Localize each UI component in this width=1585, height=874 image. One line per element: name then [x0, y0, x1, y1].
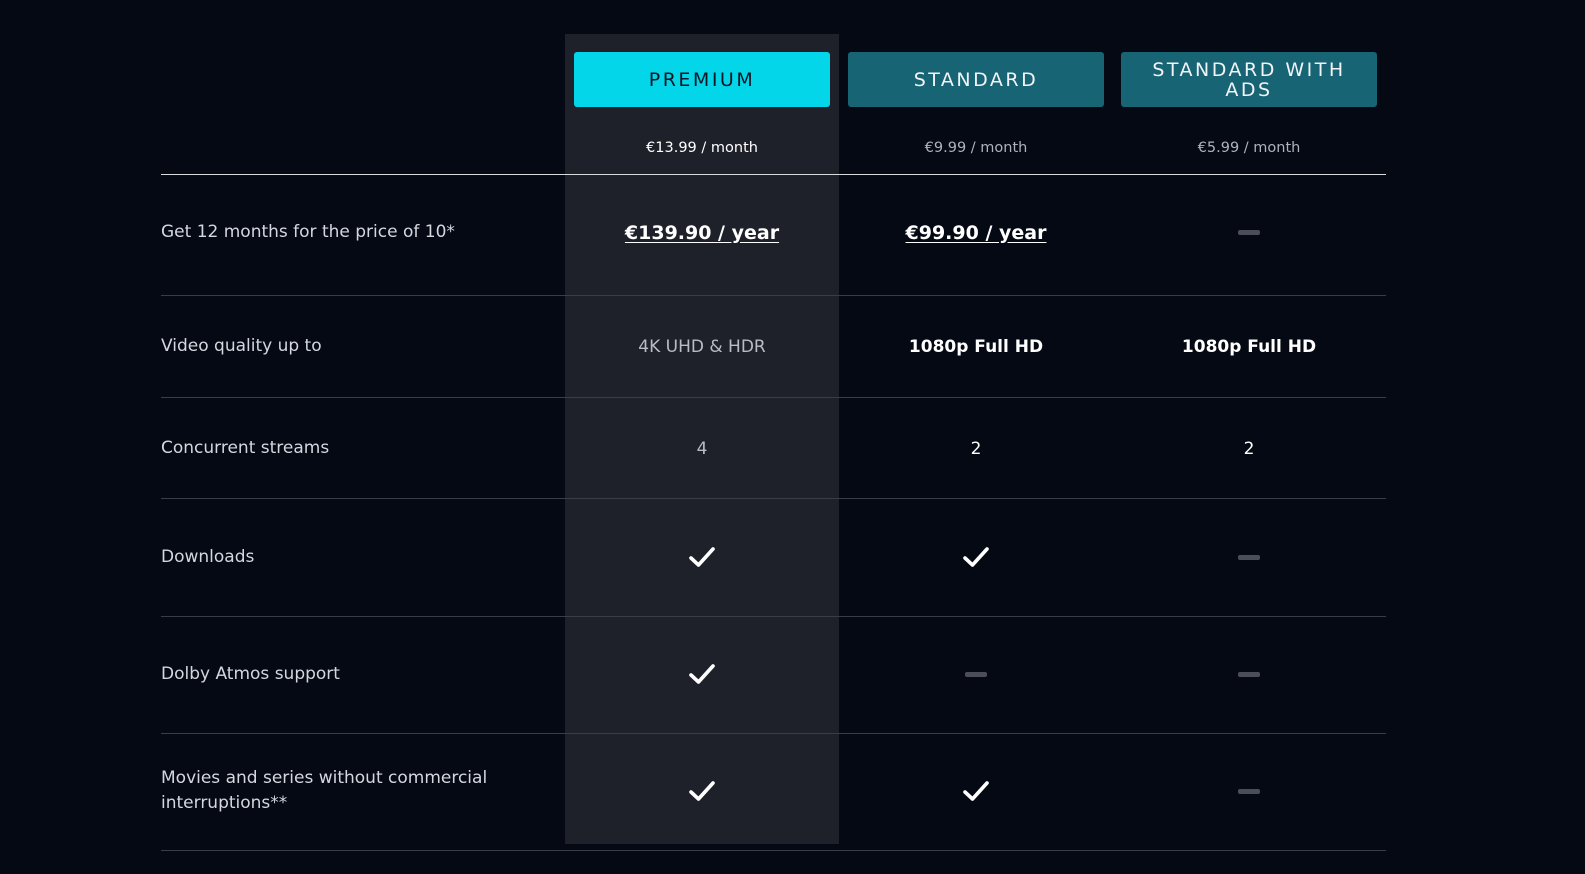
ads-annual-price-cell	[1112, 215, 1386, 250]
standard-downloads-cell	[839, 540, 1113, 574]
row-divider	[161, 850, 1386, 851]
standard-no-commercials-cell	[839, 774, 1113, 808]
standard-concurrent-streams: 2	[970, 439, 982, 459]
premium-no-commercials-cell	[565, 774, 839, 808]
row-divider	[161, 295, 1386, 296]
standard-with-ads-plan-button[interactable]: STANDARD WITH ADS	[1121, 52, 1377, 107]
no-commercials-label: Movies and series without commercial int…	[161, 768, 488, 813]
premium-plan-button[interactable]: PREMIUM	[574, 52, 830, 107]
not-included-dash-icon	[965, 671, 987, 677]
downloads-label: Downloads	[161, 547, 255, 567]
premium-concurrent-streams: 4	[696, 439, 708, 459]
checkmark-icon	[689, 547, 715, 567]
ads-downloads-cell	[1112, 540, 1386, 574]
premium-dolby-atmos-cell	[565, 657, 839, 691]
checkmark-icon	[963, 547, 989, 567]
not-included-dash-icon	[1238, 671, 1260, 677]
premium-annual-price-cell: €139.90 / year	[565, 215, 839, 250]
row-divider	[161, 616, 1386, 617]
standard-video-quality: 1080p Full HD	[908, 337, 1044, 357]
row-divider	[161, 498, 1386, 499]
header-divider	[161, 174, 1386, 175]
not-included-dash-icon	[1238, 230, 1260, 235]
dolby-atmos-label: Dolby Atmos support	[161, 664, 340, 684]
not-included-dash-icon	[1238, 554, 1260, 560]
row-divider	[161, 397, 1386, 398]
ads-no-commercials-cell	[1112, 774, 1386, 808]
premium-video-quality: 4K UHD & HDR	[638, 337, 766, 357]
ads-video-quality: 1080p Full HD	[1181, 337, 1317, 357]
premium-annual-price-link[interactable]: €139.90 / year	[625, 222, 779, 244]
premium-monthly-price: €13.99 / month	[646, 140, 758, 156]
checkmark-icon	[963, 781, 989, 801]
standard-with-ads-monthly-price: €5.99 / month	[1197, 140, 1301, 156]
standard-annual-price-cell: €99.90 / year	[839, 215, 1113, 250]
premium-downloads-cell	[565, 540, 839, 574]
ads-concurrent-streams: 2	[1243, 439, 1255, 459]
checkmark-icon	[689, 664, 715, 684]
row-divider	[161, 733, 1386, 734]
plan-comparison-page: PREMIUM STANDARD STANDARD WITH ADS €13.9…	[0, 0, 1585, 874]
not-included-dash-icon	[1238, 788, 1260, 794]
standard-plan-button[interactable]: STANDARD	[848, 52, 1104, 107]
annual-offer-label: Get 12 months for the price of 10*	[161, 222, 455, 242]
standard-dolby-atmos-cell	[839, 657, 1113, 691]
checkmark-icon	[689, 781, 715, 801]
standard-monthly-price: €9.99 / month	[924, 140, 1028, 156]
video-quality-label: Video quality up to	[161, 336, 322, 356]
ads-dolby-atmos-cell	[1112, 657, 1386, 691]
standard-annual-price-link[interactable]: €99.90 / year	[906, 222, 1047, 244]
concurrent-streams-label: Concurrent streams	[161, 438, 330, 458]
